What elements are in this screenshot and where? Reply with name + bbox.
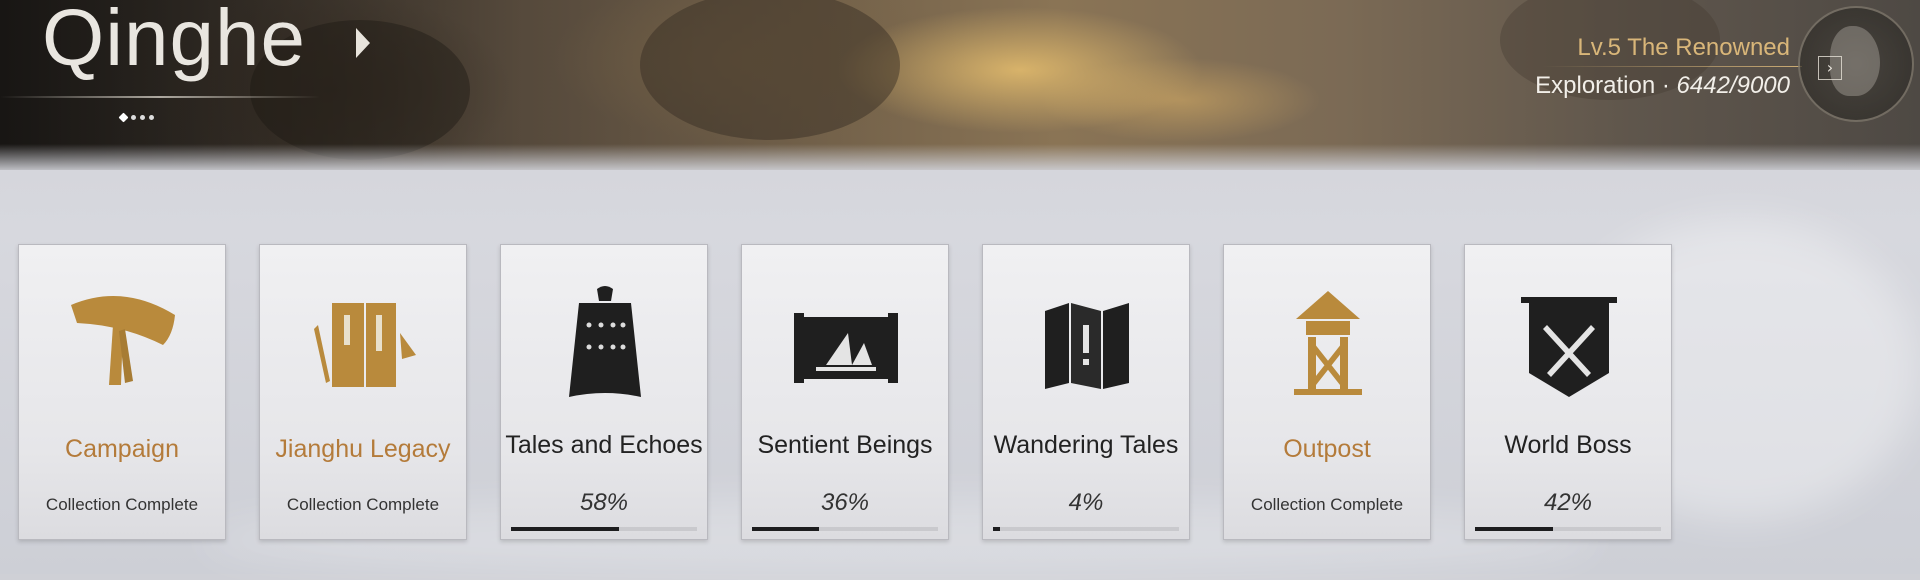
card-percent: 36% [820, 489, 870, 516]
title-divider [0, 96, 320, 98]
region-pager[interactable] [118, 112, 154, 123]
pager-dot[interactable] [149, 115, 154, 120]
renown-level: Lv.5 The Renowned [1577, 34, 1790, 61]
scroll-painting-icon [794, 313, 898, 383]
exploration-value: 6442/9000 [1676, 72, 1790, 99]
collection-card-list: Campaign Collection Complete Jianghu Leg… [18, 244, 1672, 540]
card-title: Campaign [65, 435, 179, 463]
bell-icon [569, 286, 641, 397]
card-world-boss[interactable]: World Boss 42% [1464, 244, 1672, 540]
card-percent: 4% [1068, 489, 1104, 516]
card-outpost[interactable]: Outpost Collection Complete [1223, 244, 1431, 540]
exploration-label: Exploration · [1535, 72, 1677, 99]
card-title: World Boss [1504, 431, 1632, 459]
folded-map-icon [1045, 303, 1129, 389]
card-status: Collection Complete [286, 495, 440, 514]
card-tales-and-echoes[interactable]: Tales and Echoes 58% [500, 244, 708, 540]
card-sentient-beings[interactable]: Sentient Beings 36% [741, 244, 949, 540]
crossed-swords-banner-icon [1521, 297, 1617, 397]
book-icon [314, 303, 416, 387]
exploration-progress: Exploration · 6442/9000 [1535, 72, 1790, 100]
region-switch-arrow-icon[interactable] [356, 28, 370, 58]
card-wandering-tales[interactable]: Wandering Tales 4% [982, 244, 1190, 540]
level-divider [1542, 66, 1802, 67]
card-title: Wandering Tales [993, 431, 1179, 459]
card-campaign[interactable]: Campaign Collection Complete [18, 244, 226, 540]
minimap-button[interactable]: › [1798, 6, 1914, 122]
watchtower-icon [1294, 291, 1362, 395]
card-percent: 42% [1543, 489, 1593, 516]
region-title: Qinghe [42, 0, 306, 82]
progress-bar [1475, 527, 1661, 531]
progress-bar [752, 527, 938, 531]
straw-hat-icon [71, 296, 175, 385]
card-status: Collection Complete [45, 495, 199, 514]
pager-dot[interactable] [140, 115, 145, 120]
card-title: Sentient Beings [757, 431, 933, 459]
open-map-arrow-icon: › [1818, 56, 1842, 80]
progress-fill [752, 527, 819, 531]
pager-dot[interactable] [131, 115, 136, 120]
progress-fill [511, 527, 619, 531]
progress-bar [993, 527, 1179, 531]
card-title: Jianghu Legacy [275, 435, 451, 463]
progress-bar [511, 527, 697, 531]
card-percent: 58% [579, 489, 629, 516]
progress-fill [993, 527, 1001, 531]
pager-dot-active[interactable] [118, 112, 129, 123]
progress-fill [1475, 527, 1554, 531]
card-status: Collection Complete [1250, 495, 1404, 514]
card-title: Tales and Echoes [505, 431, 703, 459]
card-title: Outpost [1283, 435, 1371, 463]
card-jianghu-legacy[interactable]: Jianghu Legacy Collection Complete [259, 244, 467, 540]
